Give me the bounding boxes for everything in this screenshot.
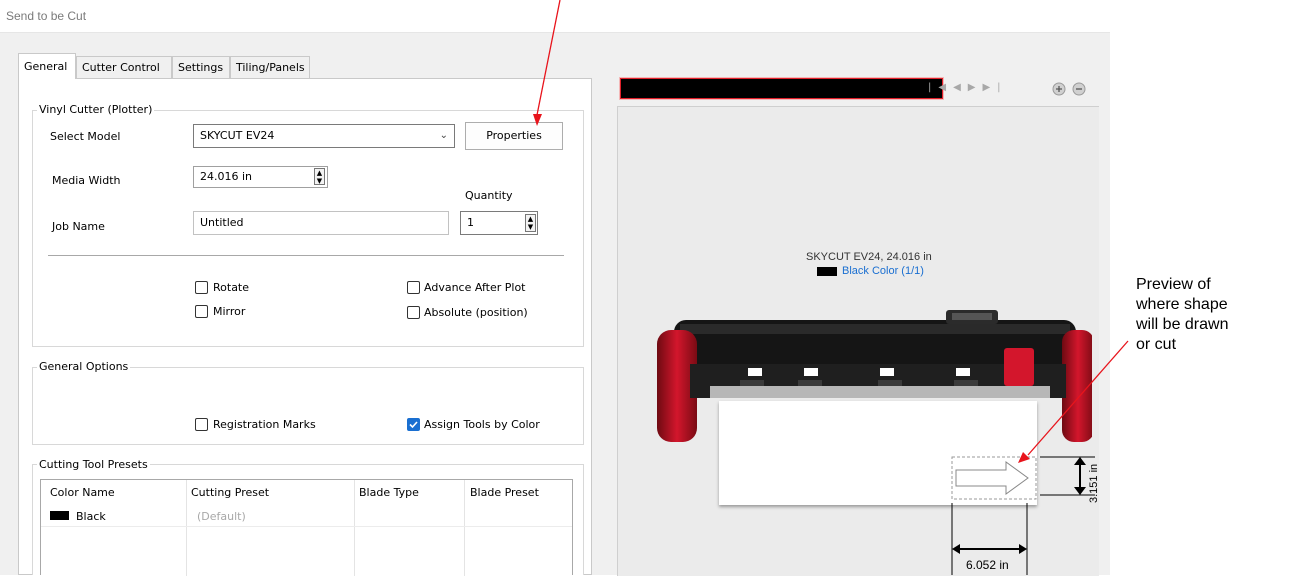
select-model-value: SKYCUT EV24: [200, 129, 275, 142]
chevron-down-icon: ⌄: [439, 130, 448, 141]
tab-general-label: General: [24, 60, 68, 73]
mirror-checkbox[interactable]: [195, 305, 208, 318]
last-page-icon[interactable]: ▶|: [982, 82, 1007, 93]
callout-line-2: where shape: [1136, 296, 1228, 313]
vinyl-cutter-group-label: Vinyl Cutter (Plotter): [37, 103, 155, 116]
callout-line-3: will be drawn: [1136, 316, 1229, 333]
column-header-blade-type[interactable]: Blade Type: [359, 486, 419, 499]
column-header-cutting-preset[interactable]: Cutting Preset: [191, 486, 269, 499]
general-options-group-label: General Options: [37, 360, 131, 373]
tab-settings-label: Settings: [178, 61, 224, 74]
row-cutting-preset: (Default): [197, 510, 246, 523]
preview-color-swatch: [817, 267, 837, 276]
stepper-down-icon[interactable]: ▼: [526, 223, 535, 231]
shape-preview-with-dimensions: [951, 456, 1095, 575]
table-row[interactable]: Black (Default): [41, 507, 572, 525]
quantity-stepper[interactable]: ▲ ▼: [525, 214, 536, 232]
tab-tiling-panels-label: Tiling/Panels: [236, 61, 305, 74]
properties-button[interactable]: Properties: [465, 122, 563, 150]
zoom-out-icon[interactable]: [1072, 82, 1086, 96]
media-width-label: Media Width: [52, 174, 121, 187]
advance-after-plot-checkbox[interactable]: [407, 281, 420, 294]
column-divider: [186, 480, 187, 576]
separator: [48, 255, 564, 256]
general-options-group: [32, 367, 584, 445]
row-color-name: Black: [76, 510, 106, 523]
registration-marks-label: Registration Marks: [213, 418, 316, 431]
presets-table[interactable]: Color Name Cutting Preset Blade Type Bla…: [40, 479, 573, 576]
checkmark-icon: [409, 421, 418, 429]
quantity-label: Quantity: [465, 189, 513, 202]
stepper-up-icon[interactable]: ▲: [526, 215, 535, 223]
color-swatch: [50, 511, 69, 520]
window-title: Send to be Cut: [6, 9, 87, 23]
media-width-stepper[interactable]: ▲ ▼: [314, 168, 325, 185]
column-header-blade-preset[interactable]: Blade Preset: [470, 486, 539, 499]
tab-cutter-control-label: Cutter Control: [82, 61, 160, 74]
preview-color-label[interactable]: Black Color (1/1): [842, 265, 924, 277]
window-title-bar: Send to be Cut: [0, 0, 1110, 33]
tab-tiling-panels[interactable]: Tiling/Panels: [230, 56, 310, 78]
preview-model-caption: SKYCUT EV24, 24.016 in: [806, 251, 932, 263]
job-name-input[interactable]: Untitled: [193, 211, 449, 235]
stepper-down-icon[interactable]: ▼: [315, 177, 324, 185]
next-page-icon[interactable]: ▶: [968, 82, 983, 93]
dimension-width-label: 6.052 in: [966, 558, 1009, 572]
callout-line-4: or cut: [1136, 336, 1177, 353]
job-name-label: Job Name: [52, 220, 105, 233]
dimension-height-label: 3.151 in: [1088, 463, 1100, 503]
first-page-icon[interactable]: |◀: [928, 82, 953, 93]
column-divider: [464, 480, 465, 576]
tab-general[interactable]: General: [18, 53, 76, 79]
registration-marks-checkbox[interactable]: [195, 418, 208, 431]
select-model-label: Select Model: [50, 130, 121, 143]
media-width-value: 24.016 in: [200, 170, 253, 183]
prev-page-icon[interactable]: ◀: [953, 82, 968, 93]
absolute-position-label: Absolute (position): [424, 306, 528, 319]
zoom-in-icon[interactable]: [1052, 82, 1066, 96]
assign-tools-label: Assign Tools by Color: [424, 418, 540, 431]
tab-settings[interactable]: Settings: [172, 56, 230, 78]
job-name-value: Untitled: [200, 216, 244, 229]
select-model-dropdown[interactable]: SKYCUT EV24 ⌄: [193, 124, 455, 148]
preview-nav-buttons: |◀◀▶▶|: [928, 82, 1008, 93]
quantity-value: 1: [467, 216, 474, 229]
absolute-position-checkbox[interactable]: [407, 306, 420, 319]
cutting-presets-group-label: Cutting Tool Presets: [37, 458, 150, 471]
column-divider: [354, 480, 355, 576]
callout-line-1: Preview of: [1136, 276, 1211, 293]
properties-button-label: Properties: [486, 129, 542, 142]
stepper-up-icon[interactable]: ▲: [315, 169, 324, 177]
rotate-checkbox[interactable]: [195, 281, 208, 294]
assign-tools-checkbox[interactable]: [407, 418, 420, 431]
column-header-color-name[interactable]: Color Name: [50, 486, 115, 499]
preview-callout-text: Preview of where shape will be drawn or …: [1136, 275, 1312, 355]
rotate-label: Rotate: [213, 281, 250, 294]
media-width-input[interactable]: 24.016 in: [193, 166, 328, 188]
row-divider: [41, 526, 572, 527]
advance-after-plot-label: Advance After Plot: [424, 281, 526, 294]
tab-cutter-control[interactable]: Cutter Control: [76, 56, 172, 78]
mirror-label: Mirror: [213, 305, 246, 318]
preview-progress-bar: [619, 77, 944, 100]
